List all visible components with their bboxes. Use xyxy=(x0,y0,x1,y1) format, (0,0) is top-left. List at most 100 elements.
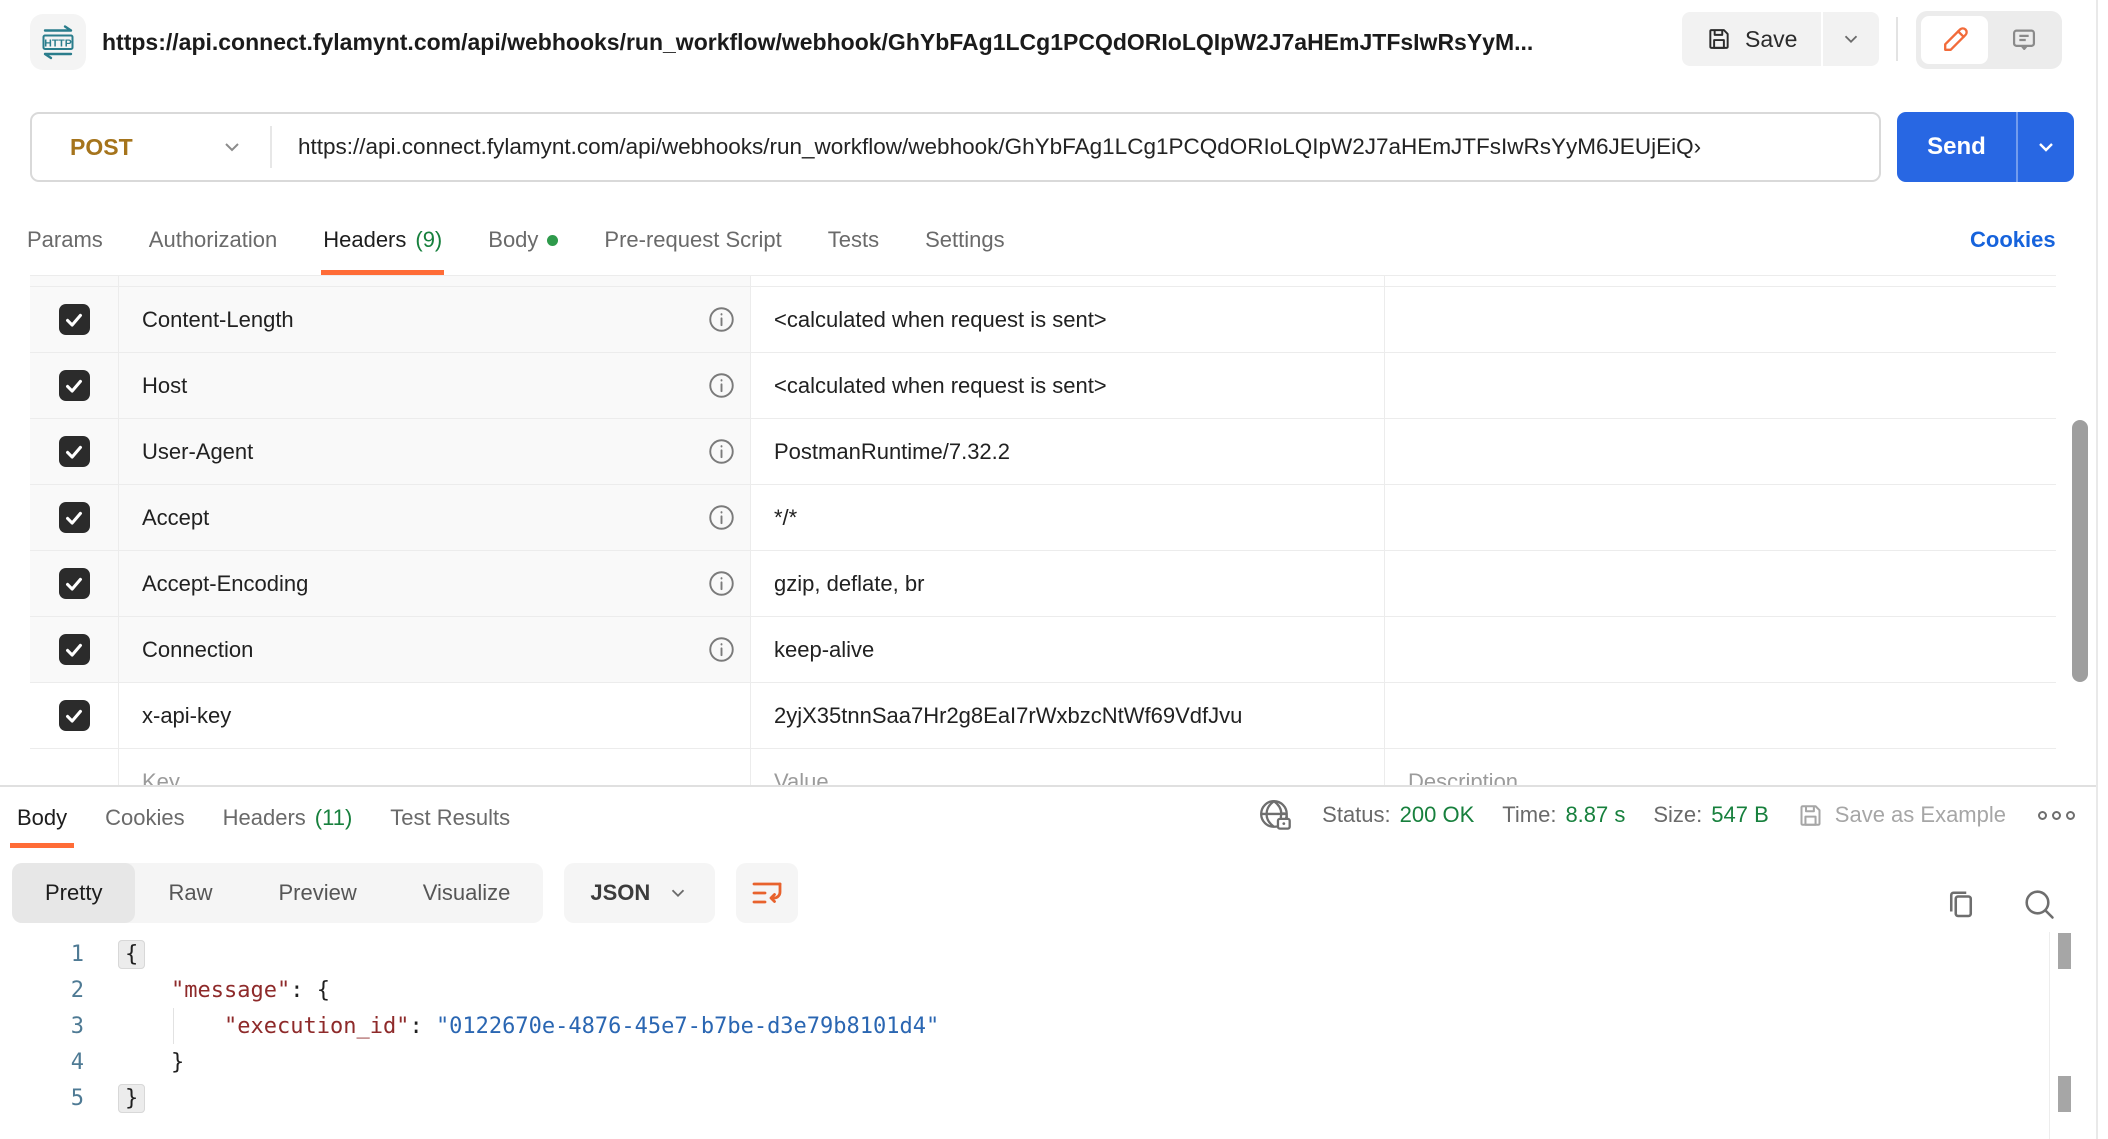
response-meta-bar: Status: 200 OK Time: 8.87 s Size: 547 B … xyxy=(1257,787,2075,843)
tab-pre-request-script[interactable]: Pre-request Script xyxy=(604,205,781,275)
code-scrollbar-mark[interactable] xyxy=(2058,1076,2071,1112)
info-icon xyxy=(708,306,735,333)
table-row-partial xyxy=(30,276,2056,287)
tab-body[interactable]: Body xyxy=(488,205,558,275)
cell-key[interactable]: Connection xyxy=(119,617,751,682)
tab-settings[interactable]: Settings xyxy=(925,205,1005,275)
cell-value xyxy=(751,276,1385,286)
header-enabled-checkbox[interactable] xyxy=(59,436,90,467)
edit-request-button[interactable] xyxy=(1921,16,1988,64)
tab-tests[interactable]: Tests xyxy=(828,205,879,275)
new-key-input[interactable]: Key xyxy=(119,749,751,786)
line-number: 4 xyxy=(0,1050,84,1075)
cell-key[interactable]: Accept-Encoding xyxy=(119,551,751,616)
header-value: <calculated when request is sent> xyxy=(774,373,1107,399)
cell-description[interactable] xyxy=(1385,287,2056,352)
response-tab-test-results[interactable]: Test Results xyxy=(389,787,511,848)
send-button[interactable]: Send xyxy=(1897,112,2016,182)
cell-value[interactable]: <calculated when request is sent> xyxy=(751,287,1385,352)
cell-key[interactable]: x-api-key xyxy=(119,683,751,748)
cell-key[interactable]: User-Agent xyxy=(119,419,751,484)
copy-response-button[interactable] xyxy=(1943,886,1979,922)
chevron-down-icon xyxy=(2034,135,2058,159)
view-visualize-button[interactable]: Visualize xyxy=(390,863,544,923)
cell-value[interactable]: PostmanRuntime/7.32.2 xyxy=(751,419,1385,484)
save-options-caret[interactable] xyxy=(1823,12,1879,66)
send-options-caret[interactable] xyxy=(2016,112,2074,182)
http-sync-icon: HTTP xyxy=(38,22,78,62)
cell-value[interactable]: */* xyxy=(751,485,1385,550)
tab-headers[interactable]: Headers (9) xyxy=(323,205,442,275)
response-tab-cookies-label: Cookies xyxy=(105,805,184,831)
json-punctuation: : { xyxy=(290,978,330,1003)
code-scrollbar-thumb[interactable] xyxy=(2058,933,2071,969)
cell-description[interactable] xyxy=(1385,551,2056,616)
wrap-lines-button[interactable] xyxy=(736,863,798,923)
request-tabs: Params Authorization Headers (9) Body Pr… xyxy=(27,205,1005,275)
body-modified-dot xyxy=(547,235,558,246)
header-enabled-checkbox[interactable] xyxy=(59,700,90,731)
fold-marker[interactable]: { xyxy=(118,940,145,969)
cell-description[interactable] xyxy=(1385,683,2056,748)
headers-scrollbar-thumb[interactable] xyxy=(2072,420,2088,682)
code-line: 5 } xyxy=(0,1080,2048,1116)
network-globe-lock-icon[interactable] xyxy=(1257,797,1294,834)
view-preview-button[interactable]: Preview xyxy=(245,863,389,923)
code-line: 2 "message": { xyxy=(0,972,2048,1008)
view-pretty-button[interactable]: Pretty xyxy=(12,863,135,923)
checkmark-icon xyxy=(63,705,85,727)
method-selector[interactable]: POST xyxy=(32,134,270,161)
header-enabled-checkbox[interactable] xyxy=(59,634,90,665)
more-options-icon[interactable] xyxy=(2038,811,2075,820)
tab-params[interactable]: Params xyxy=(27,205,103,275)
save-button[interactable]: Save xyxy=(1682,12,1821,66)
copy-icon xyxy=(1943,886,1979,922)
cell-description[interactable] xyxy=(1385,617,2056,682)
response-tab-body[interactable]: Body xyxy=(16,787,68,848)
header-enabled-checkbox[interactable] xyxy=(59,502,90,533)
tab-pre-request-label: Pre-request Script xyxy=(604,227,781,253)
json-punctuation: : xyxy=(409,1014,436,1039)
cell-value[interactable]: 2yjX35tnnSaa7Hr2g8EaI7rWxbzcNtWf69VdfJvu xyxy=(751,683,1385,748)
time-label: Time: xyxy=(1502,802,1556,828)
cell-value[interactable]: <calculated when request is sent> xyxy=(751,353,1385,418)
cookies-link[interactable]: Cookies xyxy=(1970,205,2056,275)
cell-value[interactable]: gzip, deflate, br xyxy=(751,551,1385,616)
response-tab-cookies[interactable]: Cookies xyxy=(104,787,185,848)
cell-description[interactable] xyxy=(1385,419,2056,484)
new-description-input[interactable]: Description xyxy=(1385,749,2056,786)
send-button-group: Send xyxy=(1897,112,2074,182)
cell-key[interactable]: Content-Length xyxy=(119,287,751,352)
new-value-input[interactable]: Value xyxy=(751,749,1385,786)
cell-checkbox xyxy=(30,617,119,682)
url-input[interactable]: https://api.connect.fylamynt.com/api/web… xyxy=(272,134,1879,160)
header-key: Host xyxy=(142,373,187,399)
tab-headers-label: Headers xyxy=(323,227,406,253)
header-enabled-checkbox[interactable] xyxy=(59,304,90,335)
view-raw-button[interactable]: Raw xyxy=(135,863,245,923)
code-scroll-track xyxy=(2049,932,2050,1139)
tab-headers-count: (9) xyxy=(415,227,442,253)
cell-checkbox xyxy=(30,276,119,286)
header-enabled-checkbox[interactable] xyxy=(59,370,90,401)
fold-marker[interactable]: } xyxy=(118,1084,145,1113)
cell-description xyxy=(1385,276,2056,286)
header-key: Connection xyxy=(142,637,253,663)
headers-table: Content-Length <calculated when request … xyxy=(30,275,2056,786)
search-response-button[interactable] xyxy=(2021,886,2057,922)
header-enabled-checkbox[interactable] xyxy=(59,568,90,599)
save-as-example-button[interactable]: Save as Example xyxy=(1797,802,2006,829)
cell-description[interactable] xyxy=(1385,353,2056,418)
cell-key[interactable]: Host xyxy=(119,353,751,418)
tab-authorization[interactable]: Authorization xyxy=(149,205,277,275)
size-indicator: Size: 547 B xyxy=(1653,802,1768,828)
format-select[interactable]: JSON xyxy=(564,863,715,923)
cell-description[interactable] xyxy=(1385,485,2056,550)
comments-button[interactable] xyxy=(1990,16,2057,64)
tab-body-label: Body xyxy=(488,227,538,253)
response-tab-headers[interactable]: Headers (11) xyxy=(222,787,354,848)
cell-value[interactable]: keep-alive xyxy=(751,617,1385,682)
response-tab-headers-label: Headers xyxy=(223,805,306,831)
header-key: x-api-key xyxy=(142,703,231,729)
cell-key[interactable]: Accept xyxy=(119,485,751,550)
